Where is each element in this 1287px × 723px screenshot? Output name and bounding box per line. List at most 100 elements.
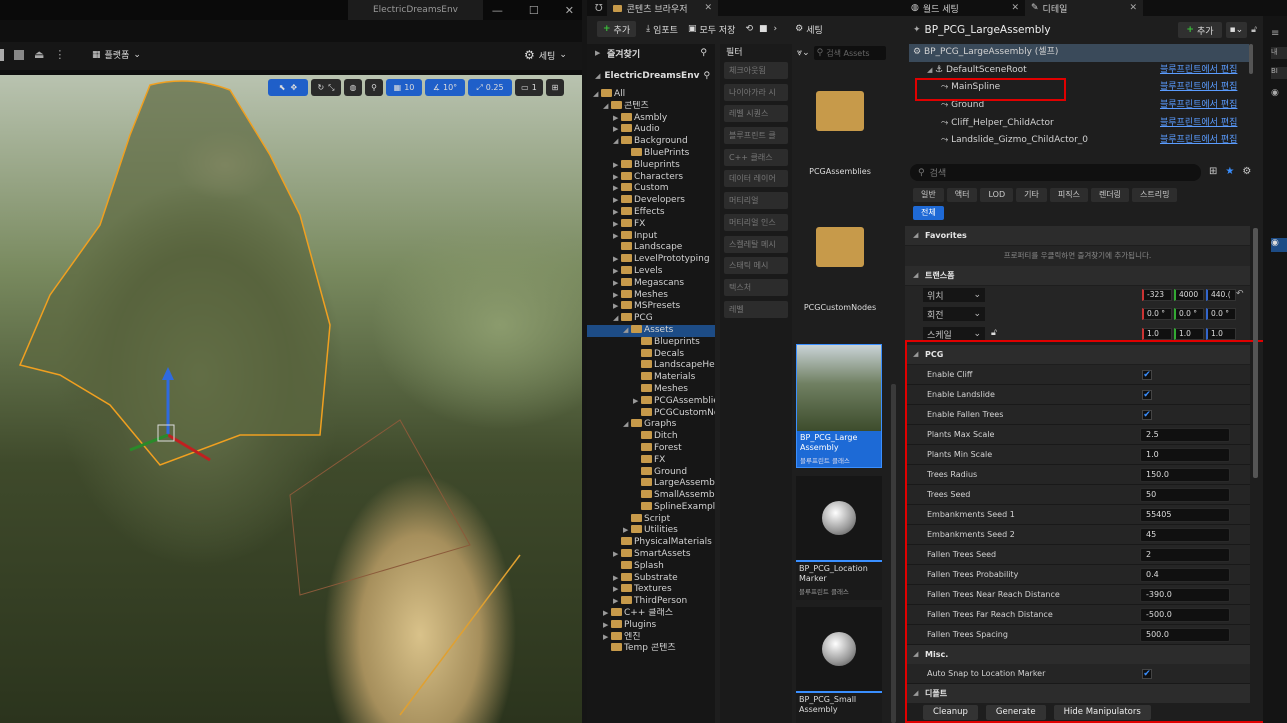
filter-icon[interactable]: ⩔⌄ bbox=[797, 48, 810, 58]
component-item[interactable]: ⤳ Cliff_Helper_ChildActor 블루프린트에서 편집 bbox=[909, 115, 1249, 133]
layout-button[interactable]: ⊞ bbox=[546, 79, 564, 96]
blueprint-options-button[interactable]: ▪⌄ bbox=[1225, 22, 1248, 38]
tree-item[interactable]: ▶ PCGAssemblies bbox=[587, 395, 715, 408]
filter-chip[interactable]: 스태틱 메시 bbox=[724, 257, 788, 275]
tree-item[interactable]: ▶ Megascans bbox=[587, 277, 715, 290]
chevron-right-icon[interactable]: › bbox=[774, 24, 778, 34]
favorites-header[interactable]: ▶ 즐겨찾기 ⚲ bbox=[587, 44, 715, 62]
details-add-button[interactable]: + 추가 bbox=[1178, 22, 1222, 38]
rotation-x-field[interactable]: 0.0 ° bbox=[1142, 308, 1172, 320]
tree-item[interactable]: ▶ FX bbox=[587, 218, 715, 231]
asset-folder-pcgassemblies[interactable]: PCGAssemblies bbox=[797, 91, 883, 179]
tree-item[interactable]: Decals bbox=[587, 348, 715, 361]
tree-item[interactable]: Forest bbox=[587, 442, 715, 455]
asset-bp-pcg-location-marker[interactable]: BP_PCG_Location Marker 블루프린트 클래스 bbox=[796, 476, 882, 600]
tree-item[interactable]: ▶ LevelPrototyping bbox=[587, 254, 715, 266]
search-icon[interactable]: ⚲ bbox=[700, 48, 707, 58]
tree-item[interactable]: ◢ PCG bbox=[587, 313, 715, 325]
eye-icon[interactable]: ◉ bbox=[1271, 238, 1287, 252]
tree-item[interactable]: Meshes bbox=[587, 383, 715, 396]
editor-settings-button[interactable]: ⚙ 세팅 ⌄ bbox=[524, 48, 567, 62]
tree-item[interactable]: ▶ SmartAssets bbox=[587, 549, 715, 561]
grid-view-icon[interactable]: ⊞ bbox=[1209, 166, 1217, 177]
category-tab[interactable]: 일반 bbox=[913, 188, 944, 202]
chevron-down-icon[interactable]: ◢ bbox=[593, 89, 601, 101]
filter-chip[interactable]: 레벨 시퀀스 bbox=[724, 105, 788, 123]
save-all-button[interactable]: ▣ 모두 저장 bbox=[688, 21, 736, 37]
category-tab[interactable]: 렌더링 bbox=[1090, 188, 1130, 202]
component-item[interactable]: ⤳ Landslide_Gizmo_ChildActor_0 블루프린트에서 편집 bbox=[909, 132, 1249, 150]
chevron-right-icon[interactable]: ▶ bbox=[613, 596, 621, 608]
asset-scrollbar[interactable] bbox=[891, 384, 896, 723]
chevron-right-icon[interactable]: ▶ bbox=[613, 172, 621, 184]
tree-item[interactable]: ▶ Meshes bbox=[587, 289, 715, 302]
edit-in-blueprint-link[interactable]: 블루프린트에서 편집 bbox=[1160, 79, 1237, 97]
tree-item[interactable]: ▶ 엔진 bbox=[587, 631, 715, 644]
tree-item[interactable]: FX bbox=[587, 454, 715, 467]
surface-snap-button[interactable]: ⚲ bbox=[365, 79, 383, 96]
project-header[interactable]: ◢ ElectricDreamsEnv ⚲ bbox=[587, 67, 715, 85]
tree-item[interactable]: ▶ Developers bbox=[587, 195, 715, 207]
chevron-right-icon[interactable]: ▶ bbox=[613, 160, 621, 172]
edit-in-blueprint-link[interactable]: 블루프린트에서 편집 bbox=[1160, 115, 1237, 133]
scale-icon[interactable]: ⤡ bbox=[328, 83, 334, 93]
cb-settings-button[interactable]: ⚙ 세팅 bbox=[795, 21, 823, 37]
stop-icon[interactable] bbox=[14, 49, 24, 60]
chevron-right-icon[interactable]: ▶ bbox=[603, 620, 611, 632]
scale-y-field[interactable]: 1.0 bbox=[1174, 328, 1204, 340]
close-button[interactable]: ✕ bbox=[565, 4, 574, 17]
tree-item[interactable]: ◢ 콘텐츠 bbox=[587, 100, 715, 113]
transform-mode-group[interactable]: ⬉ ✥ bbox=[268, 79, 308, 96]
rotation-y-field[interactable]: 0.0 ° bbox=[1174, 308, 1204, 320]
tree-item[interactable]: ▶ C++ 클래스 bbox=[587, 608, 715, 620]
category-tab[interactable]: 액터 bbox=[946, 188, 978, 202]
close-tab-icon[interactable]: ✕ bbox=[1129, 3, 1137, 13]
tree-item[interactable]: ▶ ThirdPerson bbox=[587, 596, 715, 608]
cb-add-button[interactable]: + 추가 bbox=[597, 21, 637, 37]
rotate-scale-group[interactable]: ↻ ⤡ bbox=[311, 79, 341, 96]
rotation-mode-select[interactable]: 회전 ⌄ bbox=[923, 307, 985, 321]
tree-item[interactable]: ▶ Asmbly bbox=[587, 112, 715, 125]
tree-item[interactable]: Blueprints bbox=[587, 336, 715, 349]
filter-chip[interactable]: 스켈레탈 메시 bbox=[724, 235, 788, 253]
rotation-z-field[interactable]: 0.0 ° bbox=[1206, 308, 1236, 320]
tree-item[interactable]: LandscapeHeig bbox=[587, 360, 715, 372]
tree-item[interactable]: ▶ Textures bbox=[587, 584, 715, 596]
chevron-down-icon[interactable]: ◢ bbox=[927, 62, 935, 80]
tree-item[interactable]: Temp 콘텐츠 bbox=[587, 643, 715, 655]
edit-in-blueprint-link[interactable]: 블루프린트에서 편집 bbox=[1160, 97, 1237, 115]
scale-z-field[interactable]: 1.0 bbox=[1206, 328, 1236, 340]
chevron-right-icon[interactable]: ▶ bbox=[613, 266, 621, 278]
chevron-right-icon[interactable]: ▶ bbox=[613, 219, 621, 231]
chevron-down-icon[interactable]: ◢ bbox=[623, 325, 631, 337]
location-y-field[interactable]: 4000 bbox=[1174, 289, 1204, 301]
scale-mode-select[interactable]: 스케일 ⌄ bbox=[923, 327, 985, 341]
chevron-right-icon[interactable]: ▶ bbox=[633, 396, 641, 408]
filter-chip[interactable]: 텍스처 bbox=[724, 278, 788, 296]
tree-item[interactable]: ▶ Plugins bbox=[587, 619, 715, 632]
chevron-right-icon[interactable]: ▶ bbox=[613, 584, 621, 596]
grid-snap-button[interactable]: ▦ 10 bbox=[386, 79, 422, 96]
asset-search-input[interactable]: ⚲ 검색 Assets bbox=[813, 46, 886, 60]
tree-item[interactable]: ▶ Audio bbox=[587, 124, 715, 136]
eye-icon[interactable]: ◉ bbox=[1271, 88, 1279, 98]
chevron-right-icon[interactable]: ▶ bbox=[613, 254, 621, 266]
filter-chip[interactable]: 머티리얼 bbox=[724, 192, 788, 210]
reset-icon[interactable]: ↶ bbox=[1236, 289, 1244, 299]
close-tab-icon[interactable]: ✕ bbox=[1011, 3, 1019, 13]
edit-in-blueprint-link[interactable]: 블루프린트에서 편집 bbox=[1160, 132, 1237, 150]
tree-item[interactable]: Materials bbox=[587, 372, 715, 384]
close-tab-icon[interactable]: ✕ bbox=[704, 3, 712, 13]
category-tab[interactable]: 기타 bbox=[1016, 188, 1047, 202]
scale-snap-button[interactable]: ⤢ 0.25 bbox=[468, 79, 512, 96]
edit-in-blueprint-link[interactable]: 블루프린트에서 편집 bbox=[1160, 62, 1237, 80]
location-x-field[interactable]: -323 bbox=[1142, 289, 1172, 301]
tree-item[interactable]: Ground bbox=[587, 466, 715, 479]
tab-details[interactable]: ✎ 디테일 ✕ bbox=[1025, 0, 1143, 16]
tree-item[interactable]: ▶ Blueprints bbox=[587, 159, 715, 172]
component-item[interactable]: ⚙ BP_PCG_LargeAssembly (셀프) bbox=[909, 44, 1249, 62]
tree-item[interactable]: ▶ Levels bbox=[587, 265, 715, 278]
tree-item[interactable]: SmallAssembly bbox=[587, 490, 715, 502]
gear-icon[interactable]: ⚙ bbox=[1242, 166, 1251, 177]
star-icon[interactable]: ★ bbox=[1225, 166, 1234, 177]
